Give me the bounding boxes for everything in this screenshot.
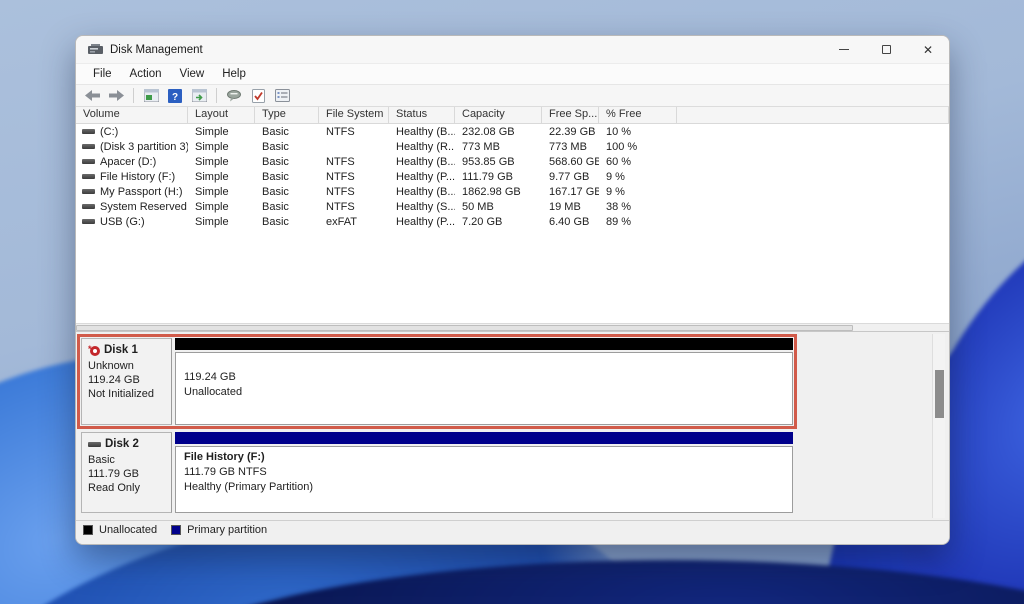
volume-list-header: Volume Layout Type File System Status Ca… [76, 107, 949, 124]
volume-icon [82, 204, 95, 209]
primary-partition-swatch-icon [171, 525, 182, 535]
help-icon: ? [168, 88, 182, 103]
minimize-icon [839, 49, 849, 50]
disk1-size: 119.24 GB [88, 374, 140, 386]
forward-icon [108, 90, 124, 101]
volume-row-usb-g[interactable]: USB (G:) Simple Basic exFAT Healthy (P..… [76, 214, 949, 229]
volume-list-pane: Volume Layout Type File System Status Ca… [76, 107, 949, 332]
horizontal-scrollbar-thumb[interactable] [76, 325, 853, 331]
horizontal-scrollbar[interactable] [76, 323, 949, 331]
disk2-graph: File History (F:) 111.79 GB NTFS Healthy… [175, 432, 793, 513]
disk2-size: 111.79 GB [88, 468, 139, 480]
properties-button[interactable] [272, 87, 292, 105]
check-document-button[interactable] [248, 87, 268, 105]
volume-row-disk3-partition3[interactable]: (Disk 3 partition 3) Simple Basic Health… [76, 139, 949, 154]
toolbar-separator [216, 88, 217, 103]
volume-icon [82, 174, 95, 179]
disk2-row[interactable]: Disk 2 Basic 111.79 GB Read Only File Hi… [81, 432, 793, 513]
disk2-state: Read Only [88, 482, 140, 494]
check-document-icon [251, 88, 265, 103]
disk-graphical-pane: * Disk 1 Unknown 119.24 GB Not Initializ… [76, 332, 949, 520]
menu-bar: File Action View Help [76, 63, 949, 84]
window-title: Disk Management [110, 43, 203, 56]
disk1-unallocated-banner [175, 338, 793, 350]
close-icon: ✕ [922, 42, 934, 57]
popup-window-button[interactable] [224, 87, 244, 105]
back-icon [84, 90, 100, 101]
disk2-file-history-partition[interactable]: File History (F:) 111.79 GB NTFS Healthy… [175, 446, 793, 513]
volume-row-system-reserved[interactable]: System Reserved Simple Basic NTFS Health… [76, 199, 949, 214]
show-console-tree-icon [191, 89, 207, 102]
column-header-pct-free[interactable]: % Free [599, 107, 677, 123]
svg-text:?: ? [172, 92, 178, 103]
menu-view[interactable]: View [171, 66, 214, 82]
column-header-free-space[interactable]: Free Sp... [542, 107, 599, 123]
column-header-type[interactable]: Type [255, 107, 319, 123]
disk2-kind: Basic [88, 454, 115, 466]
disk-icon [88, 441, 101, 447]
console-window-button[interactable] [141, 87, 161, 105]
disk1-label[interactable]: * Disk 1 Unknown 119.24 GB Not Initializ… [81, 338, 172, 425]
legend-bar: Unallocated Primary partition [76, 520, 949, 539]
back-button[interactable] [82, 87, 102, 105]
column-header-layout[interactable]: Layout [188, 107, 255, 123]
volume-icon [82, 219, 95, 224]
disk1-graph: 119.24 GB Unallocated [175, 338, 793, 425]
forward-button[interactable] [106, 87, 126, 105]
column-header-spacer [677, 107, 949, 123]
volume-icon [82, 129, 95, 134]
properties-icon [274, 89, 290, 102]
column-header-capacity[interactable]: Capacity [455, 107, 542, 123]
popup-window-icon [226, 89, 241, 101]
disk-not-initialized-icon: * [88, 344, 100, 356]
maximize-button[interactable] [865, 36, 907, 63]
disk-management-app-icon [88, 43, 103, 54]
volume-row-apacer-d[interactable]: Apacer (D:) Simple Basic NTFS Healthy (B… [76, 154, 949, 169]
legend-primary-partition: Primary partition [171, 524, 267, 536]
volume-icon [82, 189, 95, 194]
title-bar[interactable]: Disk Management ✕ [76, 36, 949, 63]
disk1-unallocated-partition[interactable]: 119.24 GB Unallocated [175, 352, 793, 425]
volume-icon [82, 144, 95, 149]
window-bottom-strip [76, 539, 949, 544]
disk2-primary-partition-banner [175, 432, 793, 444]
volume-icon [82, 159, 95, 164]
desktop-wallpaper: Disk Management ✕ File Action View Help [0, 0, 1024, 604]
disk1-row[interactable]: * Disk 1 Unknown 119.24 GB Not Initializ… [77, 334, 797, 429]
minimize-button[interactable] [823, 36, 865, 63]
show-console-tree-button[interactable] [189, 87, 209, 105]
disk-management-window: Disk Management ✕ File Action View Help [75, 35, 950, 545]
column-header-status[interactable]: Status [389, 107, 455, 123]
volume-row-c[interactable]: (C:) Simple Basic NTFS Healthy (B... 232… [76, 124, 949, 139]
console-window-icon [143, 89, 159, 102]
legend-unallocated: Unallocated [83, 524, 157, 536]
close-button[interactable]: ✕ [907, 36, 949, 63]
menu-help[interactable]: Help [213, 66, 255, 82]
menu-action[interactable]: Action [121, 66, 171, 82]
volume-row-my-passport-h[interactable]: My Passport (H:) Simple Basic NTFS Healt… [76, 184, 949, 199]
column-header-file-system[interactable]: File System [319, 107, 389, 123]
unallocated-swatch-icon [83, 525, 93, 535]
maximize-icon [881, 45, 891, 54]
menu-file[interactable]: File [84, 66, 121, 82]
toolbar: ? [76, 84, 949, 107]
column-header-volume[interactable]: Volume [76, 107, 188, 123]
disk1-kind: Unknown [88, 360, 134, 372]
disk2-label[interactable]: Disk 2 Basic 111.79 GB Read Only [81, 432, 172, 513]
volume-row-file-history-f[interactable]: File History (F:) Simple Basic NTFS Heal… [76, 169, 949, 184]
disk1-state: Not Initialized [88, 388, 155, 400]
toolbar-separator [133, 88, 134, 103]
vertical-scrollbar-thumb[interactable] [935, 370, 944, 418]
vertical-scrollbar[interactable] [932, 334, 945, 518]
volume-list-body: (C:) Simple Basic NTFS Healthy (B... 232… [76, 124, 949, 323]
help-button[interactable]: ? [165, 87, 185, 105]
